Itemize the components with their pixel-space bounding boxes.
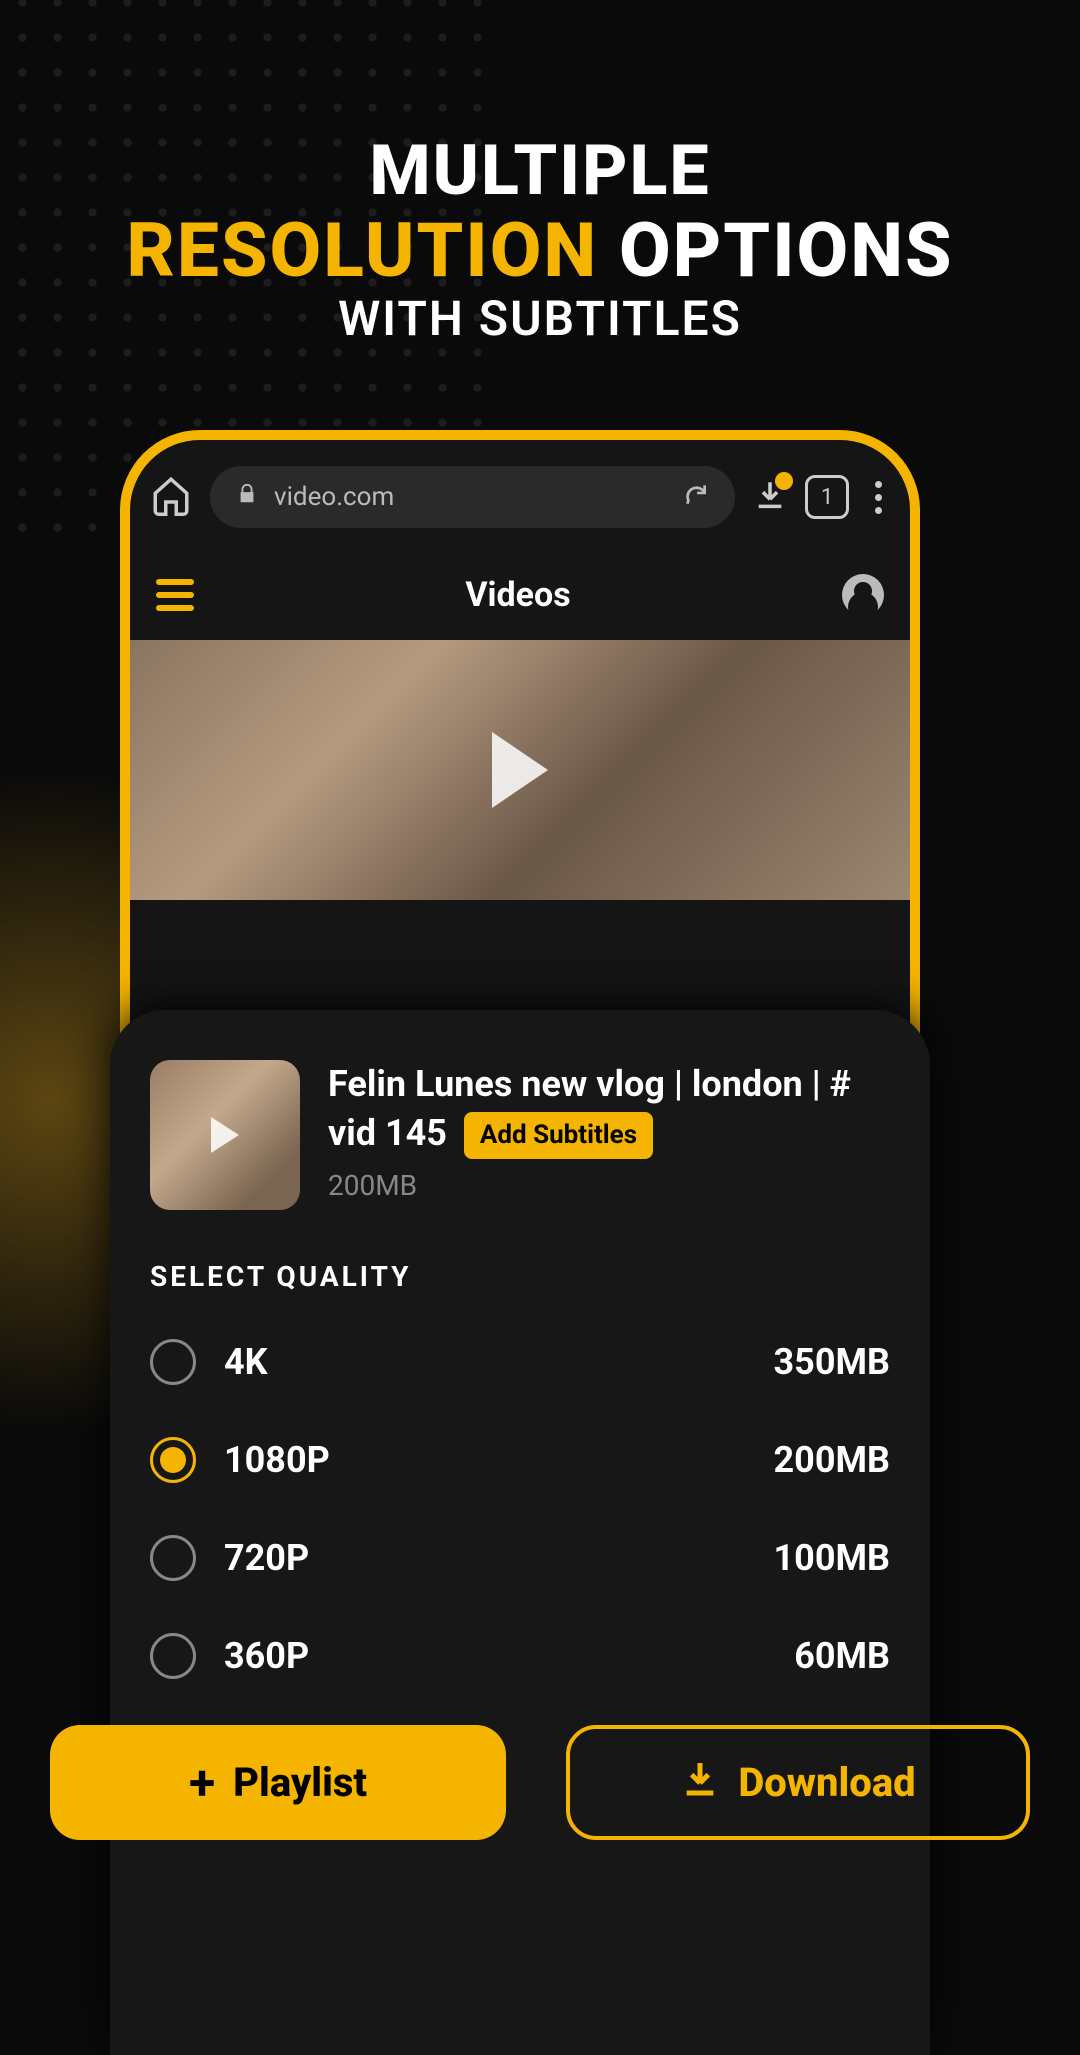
quality-option[interactable]: 1080P 200MB — [150, 1411, 890, 1509]
quality-list: 4K 350MB 1080P 200MB 720P 100MB 360P 60MB — [150, 1313, 890, 1705]
add-subtitles-button[interactable]: Add Subtitles — [464, 1112, 653, 1159]
browser-bar: video.com 1 — [130, 440, 910, 546]
quality-option[interactable]: 360P 60MB — [150, 1607, 890, 1705]
video-details: Felin Lunes new vlog | london | # vid 14… — [328, 1060, 890, 1202]
video-title: Felin Lunes new vlog | london | # vid 14… — [328, 1060, 890, 1159]
quality-label: 4K — [224, 1341, 268, 1383]
playlist-button[interactable]: + Playlist — [50, 1725, 506, 1840]
headline: MULTIPLE RESOLUTION OPTIONS WITH SUBTITL… — [0, 0, 1080, 347]
quality-size: 60MB — [794, 1635, 890, 1677]
quality-size: 100MB — [774, 1537, 890, 1579]
radio-icon — [150, 1339, 196, 1385]
downloads-badge — [775, 472, 793, 490]
video-size: 200MB — [328, 1169, 890, 1202]
quality-option[interactable]: 720P 100MB — [150, 1509, 890, 1607]
address-bar[interactable]: video.com — [210, 466, 735, 528]
headline-line2: RESOLUTION OPTIONS — [0, 207, 1080, 295]
quality-label: 360P — [224, 1635, 309, 1677]
download-sheet: Felin Lunes new vlog | london | # vid 14… — [110, 1010, 930, 2055]
headline-line1: MULTIPLE — [0, 130, 1080, 212]
quality-size: 350MB — [774, 1341, 890, 1383]
video-thumbnail[interactable] — [150, 1060, 300, 1210]
url-text: video.com — [274, 482, 394, 512]
play-icon — [211, 1117, 239, 1153]
video-preview[interactable] — [130, 640, 910, 900]
headline-accent: RESOLUTION — [126, 207, 598, 295]
tab-count: 1 — [821, 485, 833, 510]
download-label: Download — [738, 1759, 915, 1806]
lock-icon — [236, 482, 258, 512]
quality-size: 200MB — [774, 1439, 890, 1481]
quality-option[interactable]: 4K 350MB — [150, 1313, 890, 1411]
download-button[interactable]: Download — [566, 1725, 1030, 1840]
quality-label: 1080P — [224, 1439, 330, 1481]
page-title: Videos — [465, 575, 570, 615]
headline-options: OPTIONS — [619, 207, 954, 295]
reload-icon[interactable] — [683, 481, 709, 514]
radio-icon — [150, 1535, 196, 1581]
play-icon — [492, 732, 548, 808]
download-icon — [680, 1758, 720, 1808]
headline-line3: WITH SUBTITLES — [0, 290, 1080, 347]
action-buttons: + Playlist Download — [50, 1725, 1030, 1840]
hamburger-menu-icon[interactable] — [156, 579, 194, 611]
radio-icon — [150, 1437, 196, 1483]
plus-icon: + — [189, 1759, 215, 1807]
downloads-icon[interactable] — [753, 478, 787, 516]
video-info-row: Felin Lunes new vlog | london | # vid 14… — [150, 1060, 890, 1210]
playlist-label: Playlist — [233, 1759, 367, 1806]
app-header: Videos — [130, 546, 910, 640]
profile-icon[interactable] — [842, 574, 884, 616]
tab-count-button[interactable]: 1 — [805, 475, 849, 519]
quality-label: 720P — [224, 1537, 309, 1579]
radio-icon — [150, 1633, 196, 1679]
select-quality-label: SELECT QUALITY — [150, 1260, 890, 1293]
overflow-menu-icon[interactable] — [867, 481, 890, 514]
home-icon[interactable] — [150, 474, 192, 520]
